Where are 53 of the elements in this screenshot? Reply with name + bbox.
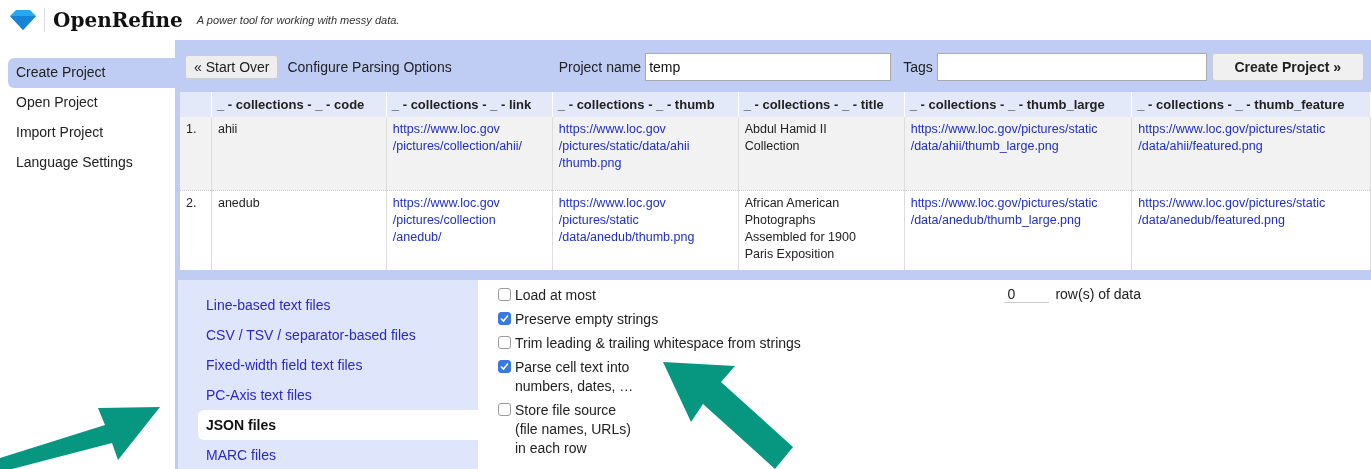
page-title: Configure Parsing Options <box>287 59 452 75</box>
row-number: 1. <box>180 117 212 190</box>
link-cell[interactable]: https://www.loc.gov /pictures/static /data/anedub/thumb.png <box>552 190 739 270</box>
checkbox[interactable] <box>498 288 511 301</box>
tags-label: Tags <box>903 59 933 75</box>
table-cell: ahii <box>211 117 387 190</box>
table-cell: Abdul Hamid II Collection <box>738 117 905 190</box>
table-cell: African American Photographs Assembled for 1900 Paris Exposition <box>738 190 905 270</box>
column-header: _ - collections - _ - thumb_large <box>904 92 1132 117</box>
link-cell[interactable]: https://www.loc.gov/pictures/static /data/anedub/thumb_large.png <box>904 190 1132 270</box>
sidebar-item[interactable]: Language Settings <box>8 148 175 178</box>
checkbox[interactable] <box>498 312 511 325</box>
sidebar-item[interactable]: Create Project <box>8 58 175 88</box>
column-header: _ - collections - _ - thumb <box>552 92 739 117</box>
option-label: Store file source (file names, URLs) in each row <box>515 401 631 458</box>
project-name-field[interactable]: temp <box>645 53 892 81</box>
option-label: Trim leading & trailing whitespace from strings <box>515 334 801 353</box>
format-tab[interactable]: Fixed-width field text files <box>198 350 478 380</box>
sidebar-item[interactable]: Import Project <box>8 118 175 148</box>
option-label: Preserve empty strings <box>515 310 659 329</box>
format-tab[interactable]: PC-Axis text files <box>198 380 478 410</box>
column-header: _ - collections - _ - code <box>211 92 387 117</box>
format-tab[interactable]: JSON files <box>198 410 478 440</box>
row-limit-field[interactable]: 0 <box>1004 286 1050 303</box>
row-number: 2. <box>180 190 212 270</box>
column-header: _ - collections - _ - title <box>738 92 905 117</box>
row-limit-unit: row(s) of data <box>1055 286 1141 303</box>
link-cell[interactable]: https://www.loc.gov /pictures/collection/ahii/ <box>386 117 553 190</box>
option-label: Load at most <box>515 286 596 305</box>
app-name: OpenRefine <box>44 8 183 32</box>
tags-field[interactable] <box>936 53 1207 81</box>
project-name-label: Project name <box>558 59 642 75</box>
start-over-button[interactable]: « Start Over <box>185 55 279 79</box>
link-cell[interactable]: https://www.loc.gov /pictures/collection /anedub/ <box>386 190 553 270</box>
link-cell[interactable]: https://www.loc.gov /pictures/static/data/ahii /thumb.png <box>552 117 739 190</box>
format-tab[interactable]: Line-based text files <box>198 290 478 320</box>
diamond-logo-icon <box>10 10 36 30</box>
create-project-button[interactable]: Create Project » <box>1211 53 1364 81</box>
column-header: _ - collections - _ - link <box>386 92 553 117</box>
column-header: _ - collections - _ - thumb_feature <box>1131 92 1371 117</box>
link-cell[interactable]: https://www.loc.gov/pictures/static /data/ahii/thumb_large.png <box>904 117 1132 190</box>
table-cell: anedub <box>211 190 387 270</box>
option-label: Parse cell text into numbers, dates, … <box>515 358 634 396</box>
format-tab[interactable]: MARC files <box>198 440 478 469</box>
tagline: A power tool for working with messy data. <box>196 14 400 26</box>
link-cell[interactable]: https://www.loc.gov/pictures/static /data/anedub/featured.png <box>1131 190 1371 270</box>
checkbox[interactable] <box>498 336 511 349</box>
checkbox[interactable] <box>498 360 511 373</box>
sidebar-item[interactable]: Open Project <box>8 88 175 118</box>
checkbox[interactable] <box>498 403 511 416</box>
format-tab[interactable]: CSV / TSV / separator-based files <box>198 320 478 350</box>
arrow-icon <box>663 362 793 469</box>
link-cell[interactable]: https://www.loc.gov/pictures/static /data/ahii/featured.png <box>1131 117 1371 190</box>
